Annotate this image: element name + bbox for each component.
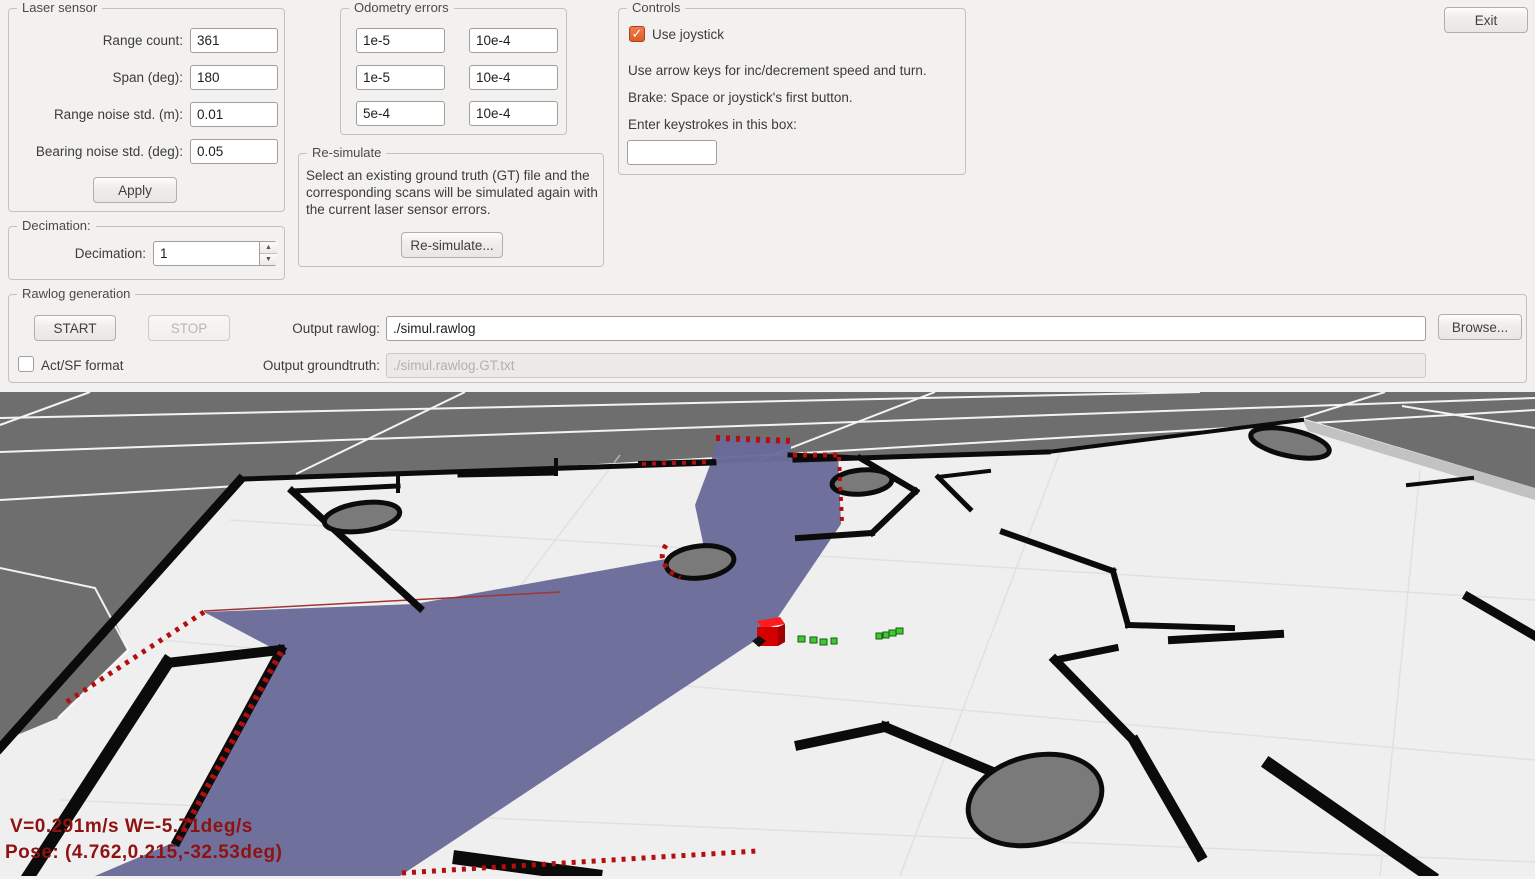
output-rawlog-label: Output rawlog: xyxy=(179,316,380,341)
keystroke-input[interactable] xyxy=(627,140,717,165)
span-input[interactable] xyxy=(190,65,278,90)
output-rawlog-input[interactable] xyxy=(386,316,1426,341)
browse-button[interactable]: Browse... xyxy=(1438,314,1522,340)
rawlog-generation-group: Rawlog generation START STOP Output rawl… xyxy=(8,294,1527,383)
use-joystick-label: Use joystick xyxy=(652,22,724,47)
bearing-noise-input[interactable] xyxy=(190,139,278,164)
controls-help-line1: Use arrow keys for inc/decrement speed a… xyxy=(628,58,927,83)
odometry-error-input-0-1[interactable] xyxy=(469,28,558,53)
resimulate-legend: Re-simulate xyxy=(307,145,386,160)
start-button[interactable]: START xyxy=(34,315,116,341)
actsf-format-label: Act/SF format xyxy=(41,353,124,378)
output-groundtruth-label: Output groundtruth: xyxy=(179,353,380,378)
simulation-3d-viewport[interactable]: V=0.291m/s W=-5.71deg/s Pose: (4.762,0.2… xyxy=(0,392,1535,876)
decimation-spinner[interactable]: ▲ ▼ xyxy=(259,242,277,265)
range-noise-label: Range noise std. (m): xyxy=(9,102,183,127)
output-groundtruth-input xyxy=(386,353,1426,378)
spin-down-icon[interactable]: ▼ xyxy=(260,254,277,265)
span-label: Span (deg): xyxy=(9,65,183,90)
use-joystick-checkbox[interactable]: ✓ xyxy=(629,26,645,42)
controls-legend: Controls xyxy=(627,0,685,15)
laser-sensor-legend: Laser sensor xyxy=(17,0,102,15)
range-count-input[interactable] xyxy=(190,28,278,53)
laser-sensor-group: Laser sensor Range count: Span (deg): Ra… xyxy=(8,8,285,212)
odometry-error-input-1-0[interactable] xyxy=(356,65,445,90)
spin-up-icon[interactable]: ▲ xyxy=(260,242,277,254)
odometry-error-input-1-1[interactable] xyxy=(469,65,558,90)
resimulate-button[interactable]: Re-simulate... xyxy=(401,232,503,258)
range-count-label: Range count: xyxy=(9,28,183,53)
odometry-error-input-2-1[interactable] xyxy=(469,101,558,126)
bearing-noise-label: Bearing noise std. (deg): xyxy=(9,139,183,164)
decimation-group: Decimation: Decimation: ▲ ▼ xyxy=(8,226,285,280)
resimulate-description: Select an existing ground truth (GT) fil… xyxy=(306,167,600,218)
odometry-errors-group: Odometry errors xyxy=(340,8,567,135)
odometry-error-input-0-0[interactable] xyxy=(356,28,445,53)
actsf-format-checkbox[interactable] xyxy=(18,356,34,372)
exit-button[interactable]: Exit xyxy=(1444,7,1528,33)
hud-velocity-text: V=0.291m/s W=-5.71deg/s xyxy=(10,816,253,837)
rawlog-generation-legend: Rawlog generation xyxy=(17,286,135,301)
hud-pose-text: Pose: (4.762,0.215,-32.53deg) xyxy=(5,842,282,863)
controls-group: Controls ✓ Use joystick Use arrow keys f… xyxy=(618,8,966,175)
range-noise-input[interactable] xyxy=(190,102,278,127)
controls-help-line2: Brake: Space or joystick's first button. xyxy=(628,85,853,110)
odometry-error-input-2-0[interactable] xyxy=(356,101,445,126)
resimulate-group: Re-simulate Select an existing ground tr… xyxy=(298,153,604,267)
apply-button[interactable]: Apply xyxy=(93,177,177,203)
controls-help-line3: Enter keystrokes in this box: xyxy=(628,112,797,137)
decimation-legend: Decimation: xyxy=(17,218,96,233)
odometry-errors-legend: Odometry errors xyxy=(349,0,454,15)
decimation-label: Decimation: xyxy=(9,241,146,266)
